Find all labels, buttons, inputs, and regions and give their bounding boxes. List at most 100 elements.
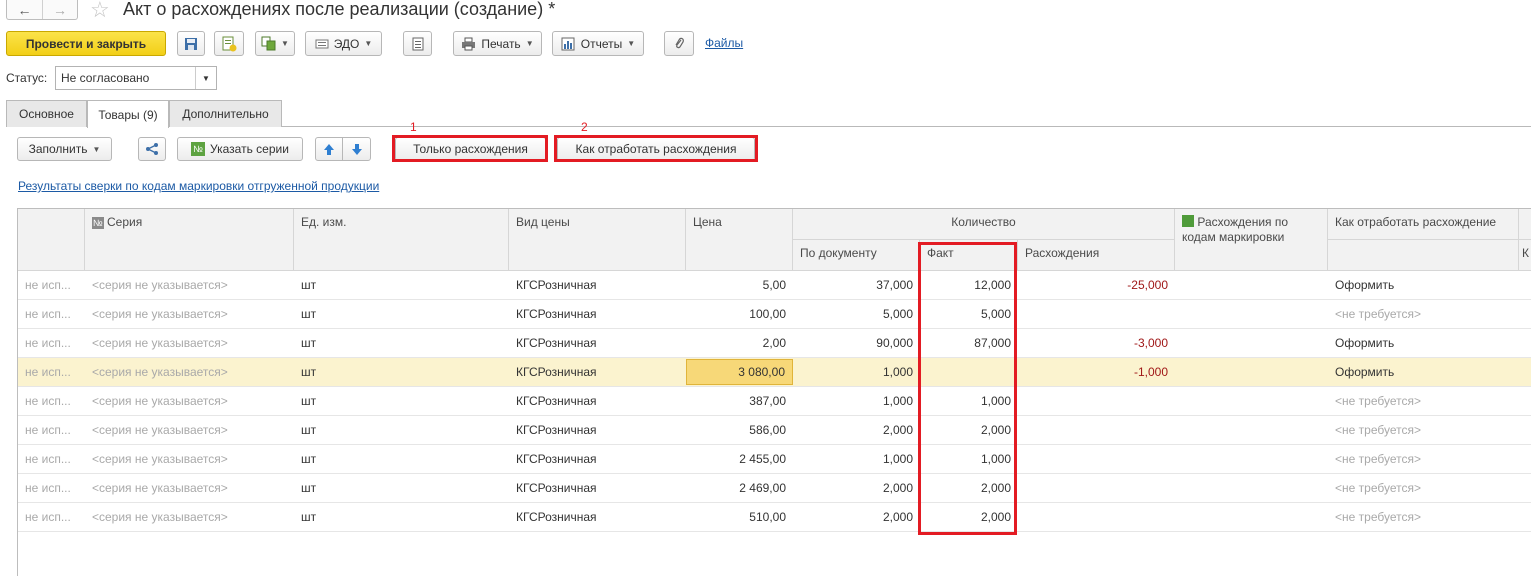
- table-row[interactable]: не исп... <серия не указывается> шт КГСРозн…: [18, 387, 1531, 416]
- save-button[interactable]: [177, 31, 205, 56]
- edo-button[interactable]: ЭДО ▼: [305, 31, 382, 56]
- price-type-cell[interactable]: КГСРозничная: [509, 329, 686, 357]
- discrepancy-cell[interactable]: [1018, 474, 1175, 502]
- price-type-cell[interactable]: КГСРозничная: [509, 445, 686, 473]
- how-to-process-cell[interactable]: Оформить: [1328, 271, 1519, 299]
- price-type-cell[interactable]: КГСРозничная: [509, 300, 686, 328]
- unit-cell[interactable]: шт: [294, 445, 509, 473]
- by-document-cell[interactable]: 2,000: [793, 416, 920, 444]
- split-line-button[interactable]: [138, 137, 166, 161]
- how-to-process-cell[interactable]: <не требуется>: [1328, 416, 1519, 444]
- how-to-process-cell[interactable]: <не требуется>: [1328, 387, 1519, 415]
- by-document-cell[interactable]: 1,000: [793, 358, 920, 386]
- by-document-cell[interactable]: 90,000: [793, 329, 920, 357]
- column-header-by-document[interactable]: По документу: [793, 240, 920, 271]
- column-header-marking-discrepancy[interactable]: Расхождения по кодам маркировки: [1175, 209, 1328, 271]
- unit-cell[interactable]: шт: [294, 387, 509, 415]
- files-link[interactable]: Файлы: [705, 36, 743, 50]
- status-cell[interactable]: не исп...: [18, 387, 85, 415]
- unit-cell[interactable]: шт: [294, 329, 509, 357]
- how-to-process-cell[interactable]: <не требуется>: [1328, 300, 1519, 328]
- forward-button[interactable]: →: [41, 0, 77, 19]
- price-type-cell[interactable]: КГСРозничная: [509, 503, 686, 531]
- price-type-cell[interactable]: КГСРозничная: [509, 416, 686, 444]
- price-cell[interactable]: 586,00: [686, 416, 793, 444]
- print-button[interactable]: Печать ▼: [453, 31, 542, 56]
- marking-results-link[interactable]: Результаты сверки по кодам маркировки от…: [18, 179, 379, 193]
- unit-cell[interactable]: шт: [294, 503, 509, 531]
- price-cell[interactable]: 2 469,00: [686, 474, 793, 502]
- table-row[interactable]: не исп... <серия не указывается> шт КГСРозн…: [18, 329, 1531, 358]
- price-cell[interactable]: 2 455,00: [686, 445, 793, 473]
- unit-cell[interactable]: шт: [294, 300, 509, 328]
- price-cell[interactable]: 100,00: [686, 300, 793, 328]
- discrepancy-cell[interactable]: [1018, 300, 1175, 328]
- discrepancy-cell[interactable]: [1018, 445, 1175, 473]
- column-header-unit[interactable]: Ед. изм.: [294, 209, 509, 271]
- how-to-process-cell[interactable]: Оформить: [1328, 329, 1519, 357]
- status-cell[interactable]: не исп...: [18, 300, 85, 328]
- table-row[interactable]: не исп... <серия не указывается> шт КГСРозн…: [18, 474, 1531, 503]
- series-cell[interactable]: <серия не указывается>: [85, 387, 294, 415]
- discrepancy-cell[interactable]: [1018, 416, 1175, 444]
- column-header-status[interactable]: [18, 209, 85, 271]
- price-type-cell[interactable]: КГСРозничная: [509, 358, 686, 386]
- unit-cell[interactable]: шт: [294, 271, 509, 299]
- column-header-how-to-process[interactable]: Как отработать расхождение: [1328, 209, 1519, 240]
- price-cell[interactable]: 387,00: [686, 387, 793, 415]
- status-cell[interactable]: не исп...: [18, 503, 85, 531]
- discrepancy-cell[interactable]: -25,000: [1018, 271, 1175, 299]
- status-cell[interactable]: не исп...: [18, 358, 85, 386]
- status-cell[interactable]: не исп...: [18, 474, 85, 502]
- back-button[interactable]: ←: [7, 0, 42, 19]
- price-type-cell[interactable]: КГСРозничная: [509, 271, 686, 299]
- unit-cell[interactable]: шт: [294, 474, 509, 502]
- unit-cell[interactable]: шт: [294, 358, 509, 386]
- series-cell[interactable]: <серия не указывается>: [85, 474, 294, 502]
- by-document-cell[interactable]: 2,000: [793, 503, 920, 531]
- series-cell[interactable]: <серия не указывается>: [85, 416, 294, 444]
- price-cell[interactable]: 510,00: [686, 503, 793, 531]
- discrepancy-cell[interactable]: [1018, 387, 1175, 415]
- document-structure-button[interactable]: [403, 31, 432, 56]
- by-document-cell[interactable]: 5,000: [793, 300, 920, 328]
- price-cell[interactable]: 2,00: [686, 329, 793, 357]
- by-document-cell[interactable]: 37,000: [793, 271, 920, 299]
- by-document-cell[interactable]: 2,000: [793, 474, 920, 502]
- favorite-star-icon[interactable]: ☆: [90, 0, 110, 23]
- table-row[interactable]: не исп... <серия не указывается> шт КГСРозн…: [18, 445, 1531, 474]
- how-to-process-cell[interactable]: <не требуется>: [1328, 503, 1519, 531]
- status-cell[interactable]: не исп...: [18, 329, 85, 357]
- how-to-process-cell[interactable]: Оформить: [1328, 358, 1519, 386]
- specify-series-button[interactable]: № Указать серии: [177, 137, 303, 161]
- price-type-cell[interactable]: КГСРозничная: [509, 387, 686, 415]
- series-cell[interactable]: <серия не указывается>: [85, 271, 294, 299]
- status-cell[interactable]: не исп...: [18, 416, 85, 444]
- table-row[interactable]: не исп... <серия не указывается> шт КГСРозн…: [18, 416, 1531, 445]
- column-header-price-type[interactable]: Вид цены: [509, 209, 686, 271]
- discrepancy-cell[interactable]: [1018, 503, 1175, 531]
- series-cell[interactable]: <серия не указывается>: [85, 329, 294, 357]
- column-header-extra-sub[interactable]: К: [1519, 240, 1531, 271]
- table-row[interactable]: не исп... <серия не указывается> шт КГСРозн…: [18, 271, 1531, 300]
- column-header-discrepancy[interactable]: Расхождения: [1018, 240, 1175, 271]
- table-row[interactable]: не исп... <серия не указывается> шт КГСРозн…: [18, 503, 1531, 532]
- series-cell[interactable]: <серия не указывается>: [85, 445, 294, 473]
- tab-additional[interactable]: Дополнительно: [169, 100, 282, 127]
- post-and-close-button[interactable]: Провести и закрыть: [6, 31, 166, 56]
- how-to-process-cell[interactable]: <не требуется>: [1328, 445, 1519, 473]
- discrepancy-cell[interactable]: -1,000: [1018, 358, 1175, 386]
- tab-goods[interactable]: Товары (9): [87, 100, 169, 128]
- by-document-cell[interactable]: 1,000: [793, 387, 920, 415]
- reports-button[interactable]: Отчеты ▼: [552, 31, 644, 56]
- tab-main[interactable]: Основное: [6, 100, 87, 127]
- attach-file-button[interactable]: [664, 31, 694, 56]
- table-row[interactable]: не исп... <серия не указывается> шт КГСРозн…: [18, 300, 1531, 329]
- series-cell[interactable]: <серия не указывается>: [85, 503, 294, 531]
- status-cell[interactable]: не исп...: [18, 271, 85, 299]
- table-row[interactable]: не исп... <серия не указывается> шт КГСРозн…: [18, 358, 1531, 387]
- unit-cell[interactable]: шт: [294, 416, 509, 444]
- column-header-extra[interactable]: [1519, 209, 1531, 240]
- series-cell[interactable]: <серия не указывается>: [85, 358, 294, 386]
- discrepancy-cell[interactable]: -3,000: [1018, 329, 1175, 357]
